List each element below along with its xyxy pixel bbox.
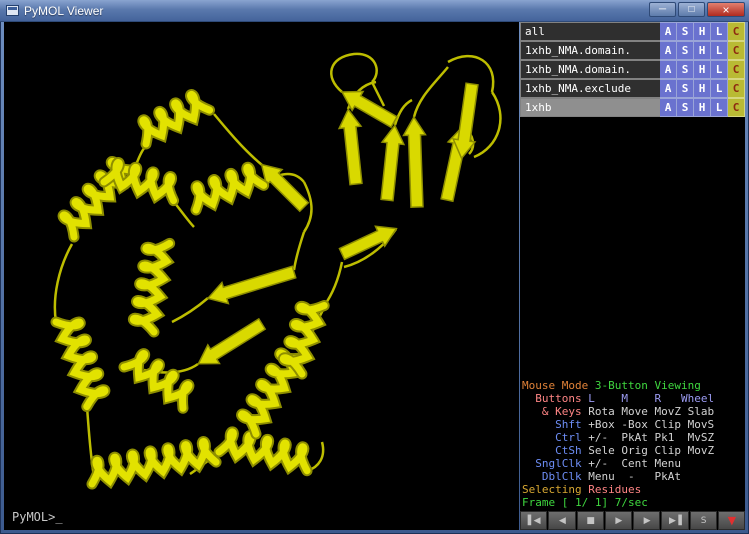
window-icon[interactable]: [6, 5, 19, 16]
side-panel: allASHLC1xhb_NMA.domain.ASHLC1xhb_NMA.do…: [520, 22, 745, 530]
menu-button-l[interactable]: L: [711, 41, 728, 60]
caption-buttons: ─ □ ×: [649, 0, 745, 17]
3d-viewport[interactable]: PyMOL>_: [4, 22, 519, 530]
mouse-panel-lines: Mouse Mode 3-Button Viewing Buttons L M …: [520, 378, 745, 510]
menu-button-h[interactable]: H: [694, 98, 711, 117]
menu-button-a[interactable]: A: [660, 79, 677, 98]
mouse-panel-text: SnglClk: [522, 457, 588, 470]
mouse-panel-text: +/- PkAt Pk1 MvSZ: [588, 431, 714, 444]
object-row: 1xhbASHLC: [520, 98, 745, 117]
mouse-panel-line: Ctrl +/- PkAt Pk1 MvSZ: [522, 431, 745, 444]
mouse-panel-text: +Box -Box Clip MovS: [588, 418, 714, 431]
object-toggle-1xhb-nma-domain[interactable]: 1xhb_NMA.domain.: [520, 60, 660, 79]
mouse-panel-text: Sele Orig Clip MovZ: [588, 444, 714, 457]
mouse-panel-text: & Keys: [522, 405, 588, 418]
menu-button-a[interactable]: A: [660, 98, 677, 117]
beta-sheets: [193, 82, 483, 373]
titlebar[interactable]: PyMOL Viewer ─ □ ×: [0, 0, 749, 22]
menu-button-a[interactable]: A: [660, 60, 677, 79]
mouse-panel-line: Mouse Mode 3-Button Viewing: [522, 379, 745, 392]
mouse-panel-text: 3-Button Viewing: [595, 379, 701, 392]
menu-button-c[interactable]: C: [728, 41, 745, 60]
window-title: PyMOL Viewer: [24, 4, 103, 18]
mouse-panel-text: Rota Move MovZ Slab: [588, 405, 714, 418]
mouse-panel-text: Menu - PkAt: [588, 470, 681, 483]
menu-button-s[interactable]: S: [677, 60, 694, 79]
mouse-panel-line: SnglClk +/- Cent Menu: [522, 457, 745, 470]
menu-button-h[interactable]: H: [694, 41, 711, 60]
menu-button-s[interactable]: S: [677, 98, 694, 117]
mouse-panel-text: +/- Cent Menu: [588, 457, 681, 470]
object-row: 1xhb_NMA.domain.ASHLC: [520, 60, 745, 79]
menu-button-a[interactable]: A: [660, 41, 677, 60]
menu-button-c[interactable]: C: [728, 22, 745, 41]
step-back-button[interactable]: ◀: [548, 511, 575, 530]
menu-button-s[interactable]: S: [677, 22, 694, 41]
menu-button-s[interactable]: S: [677, 41, 694, 60]
menu-button-l[interactable]: L: [711, 79, 728, 98]
object-row: 1xhb_NMA.excludeASHLC: [520, 79, 745, 98]
alpha-helices: [56, 90, 324, 484]
protein-structure: [4, 22, 519, 530]
stop-button[interactable]: ■: [577, 511, 604, 530]
menu-button-h[interactable]: H: [694, 79, 711, 98]
menu-button-c[interactable]: C: [728, 98, 745, 117]
mouse-panel-line: DblClk Menu - PkAt: [522, 470, 745, 483]
menu-button-s[interactable]: S: [677, 79, 694, 98]
mouse-panel-line: & Keys Rota Move MovZ Slab: [522, 405, 745, 418]
close-button[interactable]: ×: [707, 2, 745, 17]
menu-button-c[interactable]: C: [728, 60, 745, 79]
mouse-panel-line: Selecting Residues: [522, 483, 745, 496]
mouse-panel-text: Selecting: [522, 483, 588, 496]
menu-button-l[interactable]: L: [711, 98, 728, 117]
go-to-end-button[interactable]: ▶▐: [661, 511, 688, 530]
step-forward-button[interactable]: ▶: [633, 511, 660, 530]
mouse-panel-line: Buttons L M R Wheel: [522, 392, 745, 405]
play-button[interactable]: ▶: [605, 511, 632, 530]
menu-button-h[interactable]: H: [694, 60, 711, 79]
menu-button-l[interactable]: L: [711, 22, 728, 41]
menu-button-l[interactable]: L: [711, 60, 728, 79]
mouse-panel-line: CtSh Sele Orig Clip MovZ: [522, 444, 745, 457]
mouse-panel-text: Buttons: [522, 392, 588, 405]
object-toggle-1xhb-nma-exclude[interactable]: 1xhb_NMA.exclude: [520, 79, 660, 98]
menu-button-h[interactable]: H: [694, 22, 711, 41]
mouse-panel-text: Mouse Mode: [522, 379, 595, 392]
mouse-panel-text: DblClk: [522, 470, 588, 483]
menu-button-a[interactable]: A: [660, 22, 677, 41]
mouse-panel-text: Frame [ 1/ 1] 7/sec: [522, 496, 648, 509]
mouse-panel-text: Shft: [522, 418, 588, 431]
mouse-panel-text: L M R Wheel: [588, 392, 714, 405]
object-toggle-all[interactable]: all: [520, 22, 660, 41]
mouse-panel-text: Residues: [588, 483, 641, 496]
pymol-window: PyMOL Viewer ─ □ ×: [0, 0, 749, 534]
object-row: 1xhb_NMA.domain.ASHLC: [520, 41, 745, 60]
command-prompt[interactable]: PyMOL>_: [12, 510, 63, 524]
go-to-start-button[interactable]: ▌◀: [520, 511, 547, 530]
menu-button-c[interactable]: C: [728, 79, 745, 98]
minimize-button[interactable]: ─: [649, 2, 676, 17]
mouse-panel-text: CtSh: [522, 444, 588, 457]
loop-ribbons: [55, 54, 501, 477]
panel-spacer: [520, 117, 745, 378]
scene-button[interactable]: S: [690, 511, 717, 530]
mouse-panel-line: Frame [ 1/ 1] 7/sec: [522, 496, 745, 509]
mouse-panel-text: Ctrl: [522, 431, 588, 444]
object-toggle-1xhb[interactable]: 1xhb: [520, 98, 660, 117]
object-list: allASHLC1xhb_NMA.domain.ASHLC1xhb_NMA.do…: [520, 22, 745, 117]
movie-controls: ▌◀◀■▶▶▶▐S▼: [520, 510, 745, 530]
object-toggle-1xhb-nma-domain[interactable]: 1xhb_NMA.domain.: [520, 41, 660, 60]
rock-button[interactable]: ▼: [718, 511, 745, 530]
maximize-button[interactable]: □: [678, 2, 705, 17]
mouse-panel-line: Shft +Box -Box Clip MovS: [522, 418, 745, 431]
object-row: allASHLC: [520, 22, 745, 41]
